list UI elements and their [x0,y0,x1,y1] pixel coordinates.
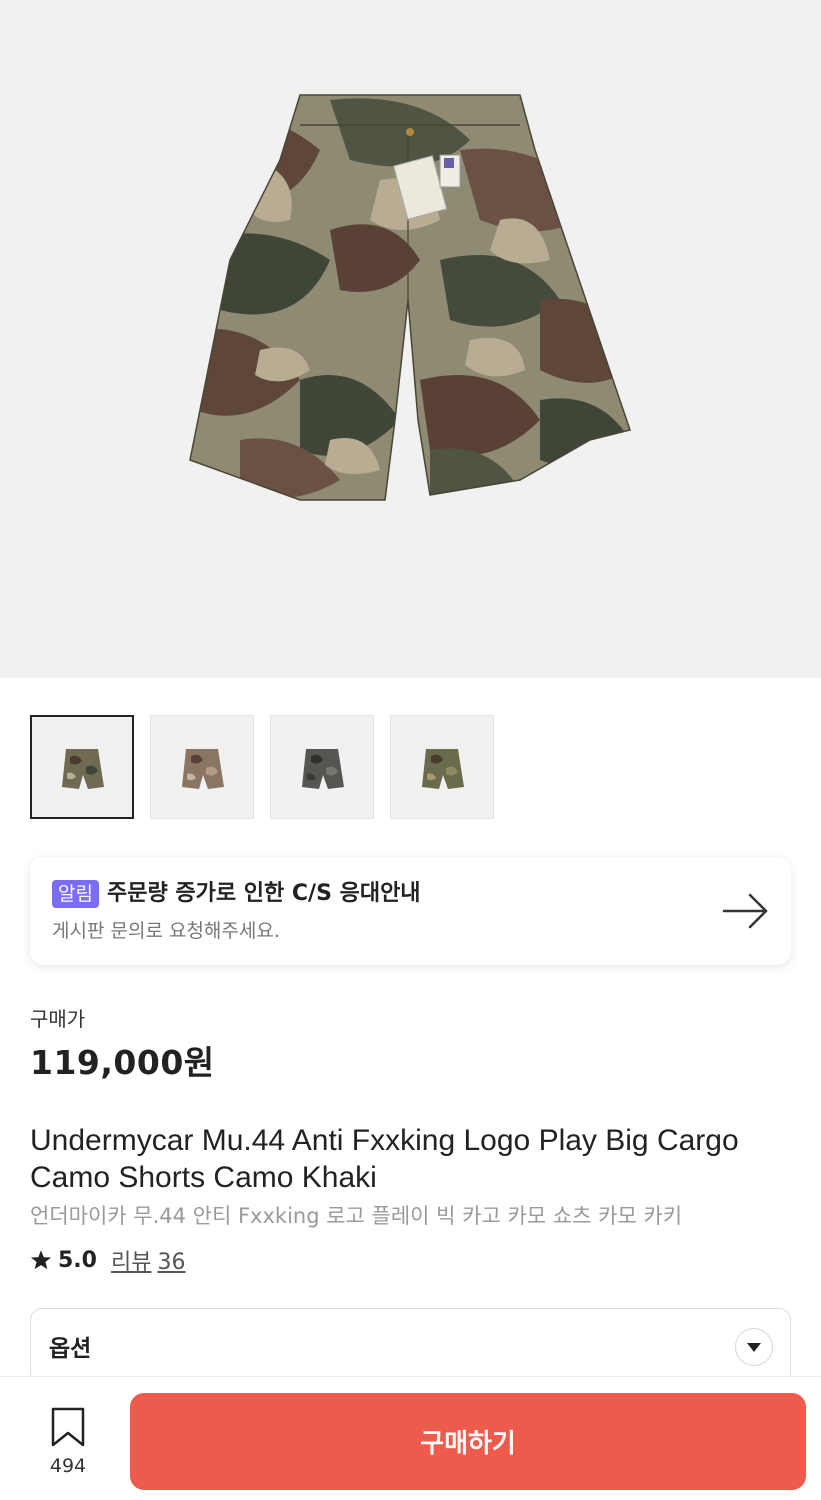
star-icon [30,1250,52,1270]
review-count: 36 [157,1250,186,1275]
notice-subtitle: 게시판 문의로 요청해주세요. [52,920,280,942]
bookmark-count: 494 [49,1455,87,1477]
thumbnail-2[interactable] [150,715,254,819]
thumbnail-4[interactable] [390,715,494,819]
cs-notice-card[interactable]: 알림 주문량 증가로 인한 C/S 응대안내 게시판 문의로 요청해주세요. [30,857,791,965]
option-select[interactable]: 옵션 [30,1308,791,1384]
product-main-image[interactable] [0,0,821,678]
product-title-ko: 언더마이카 무.44 안티 Fxxking 로고 플레이 빅 카고 카모 쇼츠 … [30,1204,683,1228]
thumbnail-strip [30,715,494,819]
notice-badge: 알림 [52,880,99,908]
product-title-en: Undermycar Mu.44 Anti Fxxking Logo Play … [30,1124,739,1194]
bottom-action-bar: 494 구매하기 [0,1376,821,1500]
notice-title: 주문량 증가로 인한 C/S 응대안내 [107,881,421,906]
review-label: 리뷰 [110,1250,152,1275]
price-value: 119,000원 [30,1043,215,1082]
arrow-right-icon[interactable] [722,892,770,930]
thumbnail-1[interactable] [30,715,134,819]
rating-row: 5.0 리뷰 36 [30,1244,185,1276]
bookmark-button[interactable]: 494 [40,1407,96,1477]
thumbnail-3[interactable] [270,715,374,819]
chevron-down-icon[interactable] [735,1328,773,1366]
review-link[interactable]: 리뷰 36 [111,1244,185,1276]
option-label: 옵션 [49,1336,92,1362]
price-label: 구매가 [30,1007,86,1031]
rating-score: 5.0 [58,1247,97,1273]
buy-button[interactable]: 구매하기 [130,1393,806,1490]
bookmark-icon [51,1407,85,1447]
